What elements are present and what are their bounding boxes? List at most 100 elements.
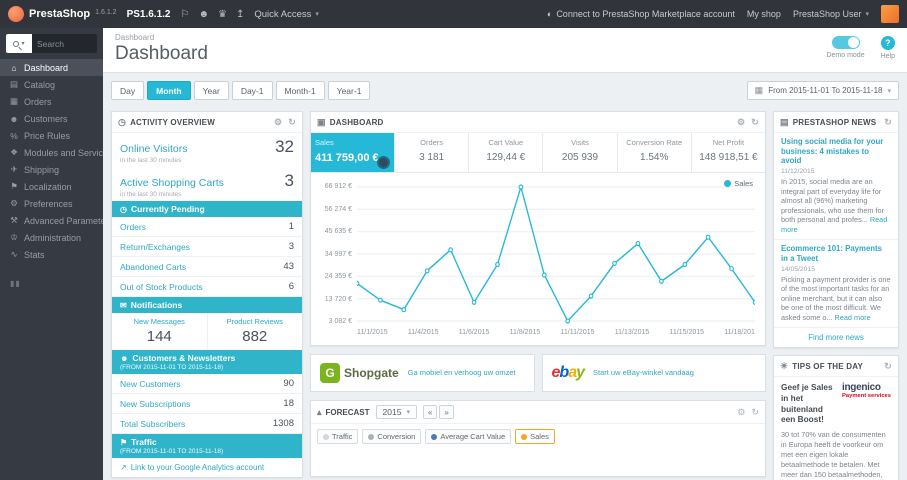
sidebar-item-dashboard[interactable]: ⌂ Dashboard: [0, 59, 103, 76]
flag-icon[interactable]: ⚐: [180, 9, 189, 20]
kpi-sales[interactable]: Sales 411 759,00 €: [311, 133, 395, 172]
sidebar-item-modules[interactable]: ❖ Modules and Services: [0, 144, 103, 161]
sidebar-item-price-rules[interactable]: % Price Rules: [0, 127, 103, 144]
home-icon: ⌂: [11, 62, 17, 73]
user-menu[interactable]: PrestaShop User ▾: [793, 9, 869, 19]
pending-returns-link[interactable]: Return/Exchanges: [120, 242, 190, 252]
forecast-next-button[interactable]: »: [439, 405, 454, 419]
brand[interactable]: PrestaShop 1.6.1.2: [8, 6, 117, 22]
forecast-year-select[interactable]: 2015 ▾: [375, 405, 417, 419]
active-carts-link[interactable]: Active Shopping Carts: [120, 177, 224, 189]
ebay-ad-link[interactable]: Start uw eBay-winkel vandaag: [593, 368, 694, 377]
online-visitors-link[interactable]: Online Visitors: [120, 143, 188, 155]
new-subscriptions-link[interactable]: New Subscriptions: [120, 399, 190, 409]
sidebar-collapse-button[interactable]: ▮▮: [10, 279, 93, 288]
breadcrumb[interactable]: Dashboard: [115, 33, 208, 42]
forecast-panel-title: FORECAST: [325, 407, 370, 417]
news-item-date: 11/12/2015: [781, 168, 815, 176]
traffic-dot-icon: [323, 433, 329, 440]
sidebar-item-stats[interactable]: ∿ Stats: [0, 246, 103, 263]
kpi-label: Visits: [571, 138, 589, 147]
help-icon[interactable]: ?: [880, 36, 895, 50]
demo-mode-toggle[interactable]: [831, 36, 860, 49]
my-shop-link[interactable]: My shop: [747, 9, 781, 19]
find-more-news-link[interactable]: Find more news: [774, 328, 898, 347]
upload-icon[interactable]: ↥: [236, 9, 244, 20]
shopgate-ad-link[interactable]: Ga mobiel en verhoog uw omzet: [408, 368, 516, 377]
read-more-link[interactable]: Read more: [835, 313, 871, 322]
sidebar-item-orders[interactable]: ▦ Orders: [0, 93, 103, 110]
out-of-stock-link[interactable]: Out of Stock Products: [120, 282, 203, 292]
product-reviews-value: 882: [242, 328, 268, 345]
kpi-net-profit[interactable]: Net Profit 148 918,51 €: [692, 133, 765, 172]
quick-access-menu[interactable]: Quick Access ▾: [254, 9, 319, 20]
person-icon[interactable]: ☻: [198, 9, 209, 20]
refresh-icon[interactable]: ↻: [288, 117, 296, 128]
sidebar-item-advanced-parameters[interactable]: ⚒ Advanced Parameters: [0, 212, 103, 229]
customers-newsletters-header: ☻ Customers & Newsletters (FROM 2015-11-…: [112, 350, 302, 374]
notifications-header: ✉ Notifications: [112, 297, 302, 313]
sidebar-item-label: Administration: [24, 232, 82, 243]
ebay-logo[interactable]: ebay: [552, 364, 585, 382]
forecast-legend-average-cart-value[interactable]: Average Cart Value: [425, 429, 512, 444]
news-item-title[interactable]: Ecommerce 101: Payments in a Tweet: [781, 244, 891, 263]
news-item: Ecommerce 101: Payments in a Tweet 14/05…: [774, 240, 898, 328]
sidebar-item-catalog[interactable]: ▤ Catalog: [0, 76, 103, 93]
sidebar-item-shipping[interactable]: ✈ Shipping: [0, 161, 103, 178]
date-range-picker[interactable]: ▦ From 2015-11-01 To 2015-11-18 ▾: [746, 81, 899, 100]
kpi-visits[interactable]: Visits 205 939: [543, 133, 618, 172]
filter-day-1-button[interactable]: Day-1: [231, 81, 273, 100]
date-filter-bar: Day Month Year Day-1 Month-1 Year-1 ▦ Fr…: [111, 81, 899, 100]
sidebar-item-label: Customers: [24, 113, 68, 124]
refresh-icon[interactable]: ↻: [884, 361, 892, 372]
filter-day-button[interactable]: Day: [111, 81, 145, 100]
new-subscriptions-value: 18: [283, 398, 294, 409]
filter-month-button[interactable]: Month: [147, 81, 191, 100]
new-customers-link[interactable]: New Customers: [120, 379, 180, 389]
chart-legend[interactable]: Sales: [724, 179, 753, 188]
gear-icon[interactable]: ⚙: [737, 117, 745, 128]
search-scope-button[interactable]: ▾: [6, 34, 32, 53]
ebay-ad: ebay Start uw eBay-winkel vandaag: [541, 354, 766, 392]
abandoned-carts-link[interactable]: Abandoned Carts: [120, 262, 186, 272]
kpi-orders[interactable]: Orders 3 181: [395, 133, 470, 172]
refresh-icon[interactable]: ↻: [884, 117, 892, 128]
percent-icon: %: [10, 130, 18, 141]
news-item-title[interactable]: Using social media for your business: 4 …: [781, 137, 891, 166]
ingenico-logo[interactable]: ingenico Payment services: [842, 382, 891, 425]
forecast-legend-sales[interactable]: Sales: [515, 429, 555, 444]
sidebar-item-administration[interactable]: ♔ Administration: [0, 229, 103, 246]
trophy-icon[interactable]: ♛: [218, 9, 227, 20]
forecast-panel: ▴ FORECAST 2015 ▾ « » ⚙ ↻ Traffic Conver…: [310, 400, 766, 477]
search-input[interactable]: [32, 34, 97, 53]
kpi-cart-value[interactable]: Cart Value 129,44 €: [469, 133, 544, 172]
external-link-icon: ↗: [120, 463, 127, 472]
forecast-legend-conversion[interactable]: Conversion: [362, 429, 422, 444]
refresh-icon[interactable]: ↻: [751, 117, 759, 128]
new-customers-row: New Customers 90: [112, 374, 302, 394]
new-messages-link[interactable]: New Messages: [112, 317, 207, 326]
filter-year-button[interactable]: Year: [193, 81, 229, 100]
forecast-icon: ▴: [317, 406, 322, 417]
product-reviews-link[interactable]: Product Reviews: [208, 317, 303, 326]
quick-access-label: Quick Access: [254, 8, 312, 20]
shopgate-logo[interactable]: G Shopgate: [320, 363, 399, 383]
avatar[interactable]: [881, 5, 899, 23]
filter-month-1-button[interactable]: Month-1: [275, 81, 325, 100]
total-subscribers-link[interactable]: Total Subscribers: [120, 419, 185, 429]
kpi-conversion-rate[interactable]: Conversion Rate 1.54%: [618, 133, 692, 172]
marketplace-link[interactable]: ◐ Connect to PrestaShop Marketplace acco…: [547, 9, 735, 19]
new-subscriptions-row: New Subscriptions 18: [112, 394, 302, 414]
forecast-legend-traffic[interactable]: Traffic: [317, 429, 359, 444]
pending-orders-link[interactable]: Orders: [120, 222, 146, 232]
total-subscribers-value: 1308: [272, 418, 294, 429]
sidebar-item-customers[interactable]: ☻ Customers: [0, 110, 103, 127]
filter-year-1-button[interactable]: Year-1: [327, 81, 371, 100]
forecast-prev-button[interactable]: «: [422, 405, 438, 419]
sidebar-item-preferences[interactable]: ⚙ Preferences: [0, 195, 103, 212]
sidebar-item-localization[interactable]: ⚑ Localization: [0, 178, 103, 195]
gear-icon[interactable]: ⚙: [737, 407, 745, 418]
gear-icon[interactable]: ⚙: [274, 117, 282, 128]
google-analytics-link[interactable]: ↗ Link to your Google Analytics account: [112, 458, 302, 477]
refresh-icon[interactable]: ↻: [751, 407, 759, 418]
